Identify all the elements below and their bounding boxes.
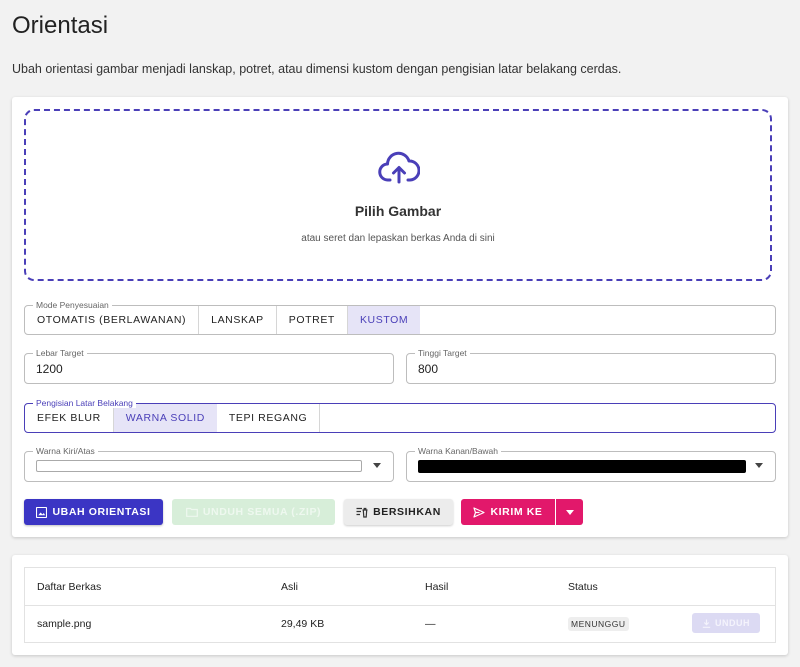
- file-result-size: —: [425, 617, 436, 630]
- background-fill-option-solid[interactable]: WARNA SOLID: [113, 404, 217, 432]
- file-original-size: 29,49 KB: [281, 617, 325, 630]
- header-result: Hasil: [425, 580, 449, 593]
- color-right-swatch[interactable]: [418, 460, 746, 473]
- clear-button[interactable]: BERSIHKAN: [344, 499, 453, 525]
- send-icon: [473, 506, 486, 518]
- header-file-list: Daftar Berkas: [37, 580, 102, 593]
- convert-orientation-button[interactable]: UBAH ORIENTASI: [24, 499, 163, 525]
- background-fill-group: Pengisian Latar Belakang EFEK BLUR WARNA…: [24, 398, 776, 433]
- table-row: sample.png 29,49 KB — MENUNGGU UNDUH: [25, 605, 775, 642]
- target-height-field[interactable]: Tinggi Target 800: [406, 348, 776, 384]
- settings-card: Pilih Gambar atau seret dan lepaskan ber…: [12, 97, 788, 537]
- download-file-button[interactable]: UNDUH: [692, 613, 760, 633]
- files-table: Daftar Berkas Asli Hasil Status sample.p…: [24, 567, 776, 643]
- color-left-field[interactable]: Warna Kiri/Atas: [24, 446, 394, 482]
- chevron-down-icon[interactable]: [373, 463, 381, 468]
- fit-mode-label: Mode Penyesuaian: [33, 300, 112, 310]
- send-to-label: KIRIM KE: [490, 506, 543, 518]
- fit-mode-group: Mode Penyesuaian OTOMATIS (BERLAWANAN) L…: [24, 300, 776, 335]
- image-icon: [36, 506, 48, 518]
- color-right-field[interactable]: Warna Kanan/Bawah: [406, 446, 776, 482]
- background-fill-option-stretch[interactable]: TEPI REGANG: [217, 404, 321, 432]
- chevron-down-icon[interactable]: [755, 463, 763, 468]
- folder-icon: [185, 507, 198, 517]
- file-dropzone[interactable]: Pilih Gambar atau seret dan lepaskan ber…: [24, 109, 772, 281]
- target-width-field[interactable]: Lebar Target 1200: [24, 348, 394, 384]
- send-to-button[interactable]: KIRIM KE: [461, 499, 555, 525]
- file-name: sample.png: [37, 617, 92, 630]
- download-all-button[interactable]: UNDUH SEMUA (.ZIP): [172, 499, 335, 525]
- status-badge: MENUNGGU: [568, 616, 629, 631]
- cloud-upload-icon: [378, 151, 420, 184]
- caret-down-icon: [565, 509, 574, 515]
- page-description: Ubah orientasi gambar menjadi lanskap, p…: [12, 62, 622, 76]
- header-status: Status: [568, 580, 598, 593]
- download-file-label: UNDUH: [715, 618, 750, 628]
- color-right-label: Warna Kanan/Bawah: [415, 446, 502, 456]
- target-height-input[interactable]: 800: [418, 362, 438, 376]
- fit-mode-option-auto[interactable]: OTOMATIS (BERLAWANAN): [25, 306, 200, 334]
- clear-list-icon: [356, 507, 368, 518]
- fit-mode-option-portrait[interactable]: POTRET: [277, 306, 348, 334]
- download-icon: [702, 619, 711, 628]
- files-card: Daftar Berkas Asli Hasil Status sample.p…: [12, 555, 788, 655]
- convert-orientation-label: UBAH ORIENTASI: [52, 506, 151, 518]
- download-all-label: UNDUH SEMUA (.ZIP): [202, 506, 322, 518]
- table-header: Daftar Berkas Asli Hasil Status: [25, 568, 775, 606]
- fit-mode-option-custom[interactable]: KUSTOM: [347, 306, 421, 334]
- page-title: Orientasi: [12, 12, 109, 39]
- color-left-swatch[interactable]: [36, 460, 362, 472]
- color-left-label: Warna Kiri/Atas: [33, 446, 98, 456]
- background-fill-label: Pengisian Latar Belakang: [33, 398, 136, 408]
- dropzone-title: Pilih Gambar: [354, 203, 442, 219]
- send-to-menu-button[interactable]: [556, 499, 583, 525]
- target-height-label: Tinggi Target: [415, 348, 470, 358]
- fit-mode-option-landscape[interactable]: LANSKAP: [199, 306, 277, 334]
- clear-label: BERSIHKAN: [373, 506, 441, 518]
- target-width-input[interactable]: 1200: [36, 362, 63, 376]
- header-original: Asli: [281, 580, 298, 593]
- dropzone-subtitle: atau seret dan lepaskan berkas Anda di s…: [301, 233, 495, 244]
- background-fill-option-blur[interactable]: EFEK BLUR: [25, 404, 114, 432]
- target-width-label: Lebar Target: [33, 348, 87, 358]
